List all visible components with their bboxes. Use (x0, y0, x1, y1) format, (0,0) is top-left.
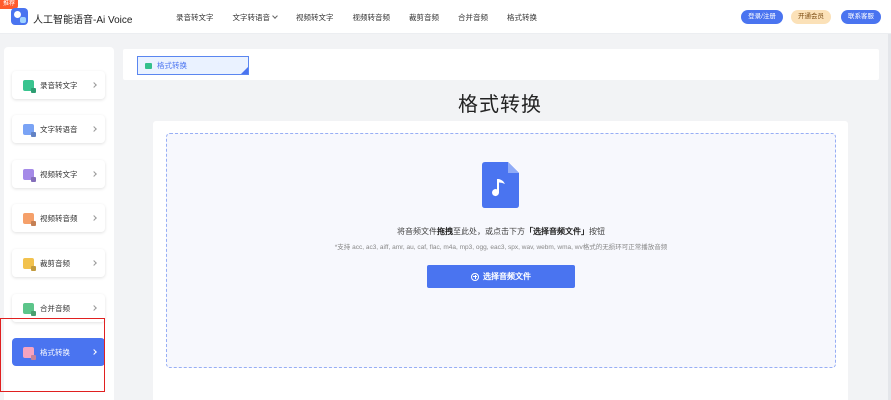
nav-format-convert[interactable]: 格式转换 (507, 12, 537, 23)
drop-bold-select: 「选择音频文件」 (525, 227, 589, 236)
video-to-audio-icon (23, 212, 34, 224)
nav-text-to-speech[interactable]: 文字转语音 (233, 12, 278, 23)
vip-button[interactable]: 开通会员 (791, 10, 831, 24)
sidebar-item-label: 文字转语音 (40, 124, 78, 134)
chevron-right-icon (91, 305, 97, 311)
sidebar-item-label: 录音转文字 (40, 80, 78, 90)
nav-video-to-audio[interactable]: 视频转音频 (353, 12, 391, 23)
chevron-right-icon (91, 215, 97, 221)
sidebar-item-video-to-text[interactable]: 视频转文字 (12, 160, 105, 188)
chevron-right-icon (91, 260, 97, 266)
sidebar-item-label: 裁剪音频 (40, 258, 70, 268)
sidebar-item-trim-audio[interactable]: 裁剪音频 (12, 249, 105, 277)
chevron-right-icon (91, 171, 97, 177)
app-title[interactable]: 人工智能语音-Ai Voice (33, 11, 132, 26)
nav-video-to-text[interactable]: 视频转文字 (296, 12, 334, 23)
drop-prefix: 将音频文件 (397, 227, 437, 236)
top-nav: 录音转文字 文字转语音 视频转文字 视频转音频 裁剪音频 合并音频 格式转换 (176, 12, 537, 23)
video-to-text-icon (23, 168, 34, 180)
drop-suffix: 按钮 (589, 227, 605, 236)
app-logo-icon[interactable] (11, 8, 28, 25)
trim-audio-icon (23, 257, 34, 269)
login-register-button[interactable]: 登录/注册 (741, 10, 783, 24)
sidebar-item-label: 合并音频 (40, 303, 70, 313)
tab-bar: 格式转换 (123, 49, 879, 80)
supported-formats: *支持 acc, ac3, aiff, amr, au, caf, flac, … (334, 244, 668, 251)
sidebar-item-record-to-text[interactable]: 录音转文字 (12, 71, 105, 99)
chevron-right-icon (91, 82, 97, 88)
drop-instruction: 将音频文件拖拽至此处，或点击下方「选择音频文件」按钮 (300, 226, 702, 237)
tab-label: 格式转换 (157, 61, 187, 70)
tab-format-convert[interactable]: 格式转换 (137, 56, 249, 75)
contact-support-button[interactable]: 联系客服 (841, 10, 881, 24)
sidebar-item-text-to-speech[interactable]: 文字转语音 (12, 115, 105, 143)
text-to-speech-icon (23, 123, 34, 135)
chevron-down-icon (272, 13, 278, 19)
select-audio-file-button[interactable]: 选择音频文件 (427, 265, 575, 288)
nav-merge-audio[interactable]: 合并音频 (458, 12, 488, 23)
highlight-box (0, 318, 105, 392)
sidebar-item-label: 视频转文字 (40, 169, 78, 179)
merge-audio-icon (23, 302, 34, 314)
audio-file-icon (482, 162, 519, 208)
page-title: 格式转换 (458, 94, 542, 116)
folder-icon (145, 62, 152, 69)
nav-record-to-text[interactable]: 录音转文字 (176, 12, 214, 23)
sidebar-item-video-to-audio[interactable]: 视频转音频 (12, 204, 105, 232)
select-audio-file-label: 选择音频文件 (483, 272, 531, 281)
sidebar-item-label: 视频转音频 (40, 213, 78, 223)
tab-active-corner (241, 67, 248, 74)
record-to-text-icon (23, 79, 34, 91)
drop-bold-drag: 拖拽 (437, 227, 453, 236)
chevron-right-icon (91, 126, 97, 132)
top-header: 推荐 人工智能语音-Ai Voice 录音转文字 文字转语音 视频转文字 视频转… (0, 0, 891, 34)
drop-middle: 至此处，或点击下方 (453, 227, 525, 236)
nav-trim-audio[interactable]: 裁剪音频 (409, 12, 439, 23)
plus-circle-icon (471, 272, 479, 281)
nav-text-to-speech-label: 文字转语音 (232, 13, 271, 22)
